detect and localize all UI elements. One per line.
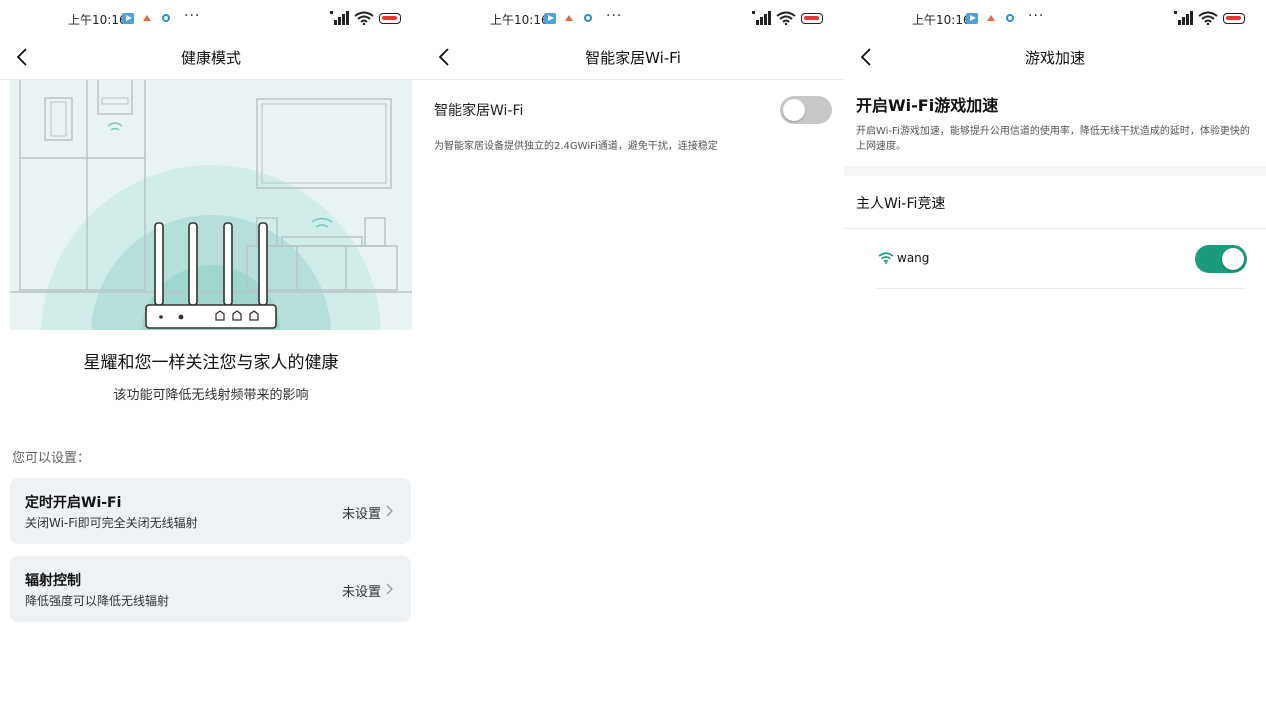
item-subtitle: 关闭Wi-Fi即可完全关闭无线辐射 [25,516,198,530]
health-mode-screen: 上午10:16 ··· 健康模式 星耀和您一样关注您与家人的健康 该功能可降低无… [0,0,422,712]
mountain-app-icon [987,15,995,21]
radiation-control-item[interactable]: 辐射控制 降低强度可以降低无线辐射 未设置 [10,556,411,622]
status-time: 上午10:16 [68,13,127,27]
circle-app-icon [1006,14,1014,22]
more-notifications-icon: ··· [1028,8,1045,24]
battery-icon [801,13,823,24]
smart-home-wifi-screen: 上午10:16 ··· 智能家居Wi-Fi 智能家居Wi-Fi 为智能家居设备提… [422,0,844,712]
host-wifi-section-title: 主人Wi-Fi竞速 [856,196,946,212]
game-acceleration-description: 开启Wi-Fi游戏加速，能够提升公用信道的使用率，降低无线干扰造成的延时，体验更… [856,126,1250,152]
signal-icon [752,11,771,25]
video-app-icon [966,13,978,24]
mountain-app-icon [565,15,573,21]
status-bar: 上午10:16 ··· [844,0,1266,36]
router-illustration [10,80,412,330]
battery-icon [379,13,401,24]
page-title: 健康模式 [180,49,241,67]
chevron-right-icon [386,583,393,595]
video-app-icon [544,13,556,24]
page-title: 智能家居Wi-Fi [585,49,681,67]
health-headline: 星耀和您一样关注您与家人的健康 [83,353,339,373]
nav-bar: 健康模式 [0,36,422,80]
health-subline: 该功能可降低无线射频带来的影响 [113,388,309,403]
chevron-right-icon [386,505,393,517]
item-subtitle: 降低强度可以降低无线辐射 [25,594,170,608]
smart-home-wifi-toggle[interactable] [780,96,832,124]
item-title: 辐射控制 [25,573,81,589]
item-value: 未设置 [341,507,381,522]
wifi-status-icon [776,11,796,25]
nav-bar: 游戏加速 [844,36,1266,80]
game-acceleration-screen: 上午10:16 ··· 游戏加速 开启Wi-Fi游戏加速 开启Wi-Fi游戏加速… [844,0,1266,712]
toggle-knob [1222,248,1244,270]
network-row-wang[interactable]: wang [876,238,1246,288]
divider-line [844,228,1266,229]
item-title: 定时开启Wi-Fi [25,495,122,511]
network-acceleration-toggle[interactable] [1195,245,1247,273]
status-bar: 上午10:16 ··· [0,0,422,36]
signal-icon [1174,11,1193,25]
mountain-app-icon [143,15,151,21]
router-illustration-graphic [10,80,412,330]
wifi-icon [878,252,894,264]
video-app-icon [122,13,134,24]
status-bar: 上午10:16 ··· [422,0,844,36]
more-notifications-icon: ··· [184,8,201,24]
circle-app-icon [584,14,592,22]
smart-home-wifi-description: 为智能家居设备提供独立的2.4GWiFi通道，避免干扰，连接稳定 [434,141,718,152]
scheduled-wifi-item[interactable]: 定时开启Wi-Fi 关闭Wi-Fi即可完全关闭无线辐射 未设置 [10,478,411,544]
wifi-status-icon [354,11,374,25]
nav-bar: 智能家居Wi-Fi [422,36,844,80]
status-time: 上午10:16 [912,13,971,27]
toggle-knob [783,99,805,121]
game-acceleration-heading: 开启Wi-Fi游戏加速 [856,96,999,115]
battery-icon [1223,13,1245,24]
more-notifications-icon: ··· [606,8,623,24]
circle-app-icon [162,14,170,22]
signal-icon [330,11,349,25]
network-name: wang [897,251,930,265]
smart-home-wifi-label: 智能家居Wi-Fi [434,103,524,119]
page-title: 游戏加速 [1024,49,1085,67]
settings-section-label: 您可以设置： [12,451,91,466]
wifi-status-icon [1198,11,1218,25]
section-divider [844,166,1266,176]
status-time: 上午10:16 [490,13,549,27]
divider-line [876,288,1246,289]
item-value: 未设置 [341,585,381,600]
